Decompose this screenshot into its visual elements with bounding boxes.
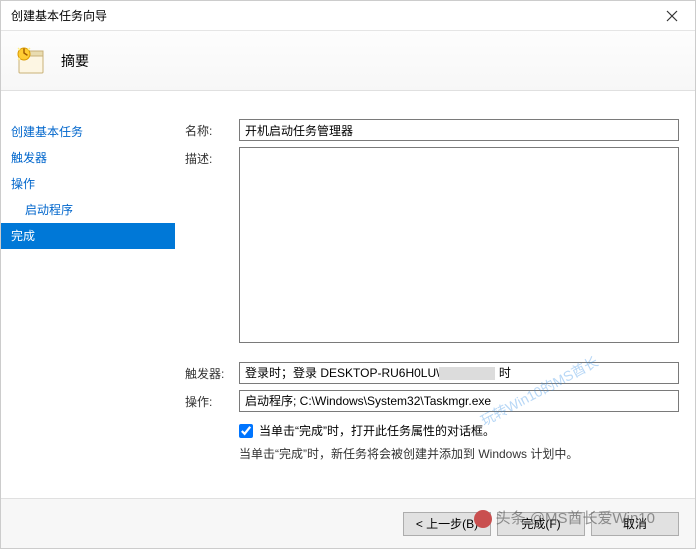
action-value: 启动程序; C:\Windows\System32\Taskmgr.exe	[239, 390, 679, 412]
name-input[interactable]	[239, 119, 679, 141]
wizard-sidebar: 创建基本任务 触发器 操作 启动程序 完成	[1, 91, 175, 498]
action-label: 操作:	[185, 390, 239, 410]
trigger-value: 登录时；登录 DESKTOP-RU6H0LU\ 时	[239, 362, 679, 384]
sidebar-item-trigger[interactable]: 触发器	[1, 145, 175, 171]
finish-button[interactable]: 完成(F)	[497, 512, 585, 536]
open-properties-label: 当单击“完成”时，打开此任务属性的对话框。	[259, 422, 495, 439]
window-title: 创建基本任务向导	[11, 7, 107, 24]
wizard-content: 名称: 描述: 触发器: 登录时；登录 DESKTOP-RU6H0LU\ 时 操…	[175, 91, 695, 498]
name-label: 名称:	[185, 119, 239, 139]
close-icon	[666, 10, 678, 22]
page-title: 摘要	[61, 51, 89, 71]
sidebar-item-create-basic-task[interactable]: 创建基本任务	[1, 119, 175, 145]
trigger-label: 触发器:	[185, 362, 239, 382]
finish-note: 当单击“完成”时，新任务将会被创建并添加到 Windows 计划中。	[239, 445, 679, 462]
wizard-footer: < 上一步(B) 完成(F) 取消	[1, 498, 695, 548]
sidebar-item-start-program[interactable]: 启动程序	[1, 197, 175, 223]
redacted-username	[439, 367, 495, 380]
back-button[interactable]: < 上一步(B)	[403, 512, 491, 536]
description-textarea[interactable]	[239, 147, 679, 343]
sidebar-item-finish[interactable]: 完成	[1, 223, 175, 249]
sidebar-item-action[interactable]: 操作	[1, 171, 175, 197]
wizard-icon	[15, 45, 47, 77]
description-label: 描述:	[185, 147, 239, 167]
cancel-button[interactable]: 取消	[591, 512, 679, 536]
wizard-header: 摘要	[1, 31, 695, 91]
open-properties-checkbox[interactable]	[239, 424, 253, 438]
close-button[interactable]	[649, 1, 695, 31]
